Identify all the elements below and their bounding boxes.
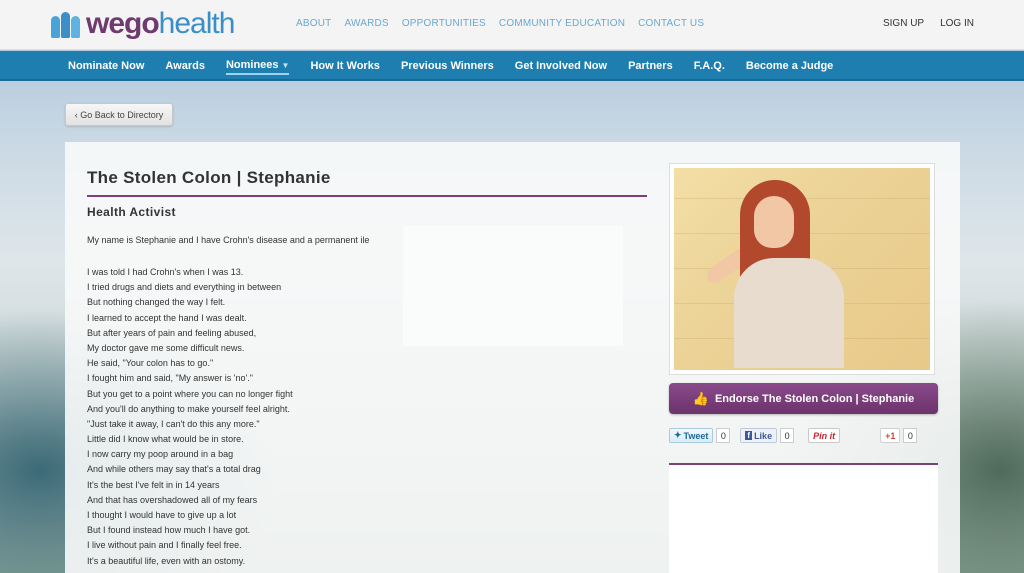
nav-become-a-judge[interactable]: Become a Judge <box>746 58 833 74</box>
page-title: The Stolen Colon | Stephanie <box>87 168 331 187</box>
top-nav-contact-us[interactable]: CONTACT US <box>638 18 704 29</box>
tweet-label: Tweet <box>683 430 709 441</box>
profile-photo-image <box>674 168 930 370</box>
google-plus-button[interactable]: +1 <box>880 428 901 443</box>
nav-awards[interactable]: Awards <box>165 58 205 74</box>
poem-line: And that has overshadowed all of my fear… <box>87 494 258 505</box>
back-to-directory-button[interactable]: ‹ Go Back to Directory <box>65 103 173 126</box>
chevron-down-icon: ▼ <box>281 61 290 70</box>
facebook-like-button[interactable]: f Like <box>740 428 778 443</box>
log-in-link[interactable]: LOG IN <box>940 18 974 29</box>
poem-line: I live without pain and I finally feel f… <box>87 540 242 551</box>
nav-get-involved-now[interactable]: Get Involved Now <box>515 58 607 74</box>
gplus-count: 0 <box>903 428 918 443</box>
poem-line: I thought I would have to give up a lot <box>87 510 237 520</box>
nav-faq[interactable]: F.A.Q. <box>694 58 725 74</box>
nav-how-it-works[interactable]: How It Works <box>310 58 379 74</box>
nav-nominees[interactable]: Nominees ▼ <box>225 57 290 75</box>
poem-line: And while others may say that's a total … <box>87 464 261 475</box>
thumbs-up-icon: 👍 <box>692 390 709 406</box>
like-label: Like <box>754 430 773 441</box>
poem-line: Little did I know what would be in store… <box>87 434 244 445</box>
nav-partners[interactable]: Partners <box>628 58 673 74</box>
profile-intro: My name is Stephanie and I have Crohn's … <box>87 235 370 245</box>
poem-line: I learned to accept the hand I was dealt… <box>87 312 247 323</box>
poem-line: And you'll do anything to make yourself … <box>87 403 290 414</box>
top-nav-community-education[interactable]: COMMUNITY EDUCATION <box>499 18 625 29</box>
top-nav: ABOUT AWARDS OPPORTUNITIES COMMUNITY EDU… <box>296 18 704 29</box>
profile-photo <box>669 163 935 375</box>
twitter-bird-icon: ✦ <box>674 430 682 440</box>
profile-role: Health Activist <box>87 205 176 219</box>
poem-line: I was told I had Crohn's when I was 13. <box>87 267 244 277</box>
poem-line: But I found instead how much I have got. <box>87 525 251 536</box>
nav-nominees-label: Nominees <box>225 59 279 71</box>
logo-health-text: health <box>158 7 236 40</box>
top-nav-about[interactable]: ABOUT <box>296 18 331 29</box>
poem-line: I fought him and said, "My answer is 'no… <box>87 373 253 384</box>
poem-line: But after years of pain and feeling abus… <box>87 327 257 338</box>
like-count: 0 <box>780 428 795 443</box>
main-nav: Nominate Now Awards Nominees ▼ How It Wor… <box>0 51 1024 81</box>
poem-line: It's the best I've felt in in 14 years <box>87 479 220 490</box>
auth-links: SIGN UP LOG IN <box>883 18 974 29</box>
people-logo-icon <box>50 8 82 40</box>
text-overlay <box>403 226 623 346</box>
site-header: wegohealth ABOUT AWARDS OPPORTUNITIES CO… <box>0 0 1024 50</box>
poem-line: He said, "Your colon has to go." <box>87 358 214 369</box>
wego-health-logo[interactable]: wegohealth <box>50 6 236 42</box>
endorse-button-label: Endorse The Stolen Colon | Stephanie <box>714 392 915 405</box>
poem-line: It's a beautiful life, even with an osto… <box>87 555 246 566</box>
poem-line: But nothing changed the way I felt. <box>87 297 226 308</box>
tweet-count: 0 <box>716 428 731 443</box>
nav-nominate-now[interactable]: Nominate Now <box>68 58 144 74</box>
logo-wego-text: wego <box>86 7 160 40</box>
top-nav-opportunities[interactable]: OPPORTUNITIES <box>402 18 486 29</box>
poem-line: I now carry my poop around in a bag <box>87 449 234 460</box>
poem-line: But you get to a point where you can no … <box>87 388 293 399</box>
facebook-icon: f <box>745 431 753 440</box>
top-nav-awards[interactable]: AWARDS <box>344 18 388 29</box>
nav-previous-winners[interactable]: Previous Winners <box>401 58 494 74</box>
tweet-button[interactable]: ✦ Tweet <box>669 428 714 443</box>
endorse-button[interactable]: 👍 Endorse The Stolen Colon | Stephanie <box>669 383 938 414</box>
pin-it-button[interactable]: Pin it <box>808 428 841 443</box>
share-bar: ✦ Tweet 0 f Like 0 Pin it +1 0 <box>669 428 918 443</box>
title-divider <box>87 195 647 197</box>
poem-line: My doctor gave me some difficult news. <box>87 342 245 353</box>
sidebar-widget <box>669 465 938 573</box>
poem-line: I tried drugs and diets and everything i… <box>87 282 282 293</box>
profile-poem: I was told I had Crohn's when I was 13. … <box>87 265 407 569</box>
poem-line: "Just take it away, I can't do this any … <box>87 418 260 429</box>
sign-up-link[interactable]: SIGN UP <box>883 18 924 29</box>
